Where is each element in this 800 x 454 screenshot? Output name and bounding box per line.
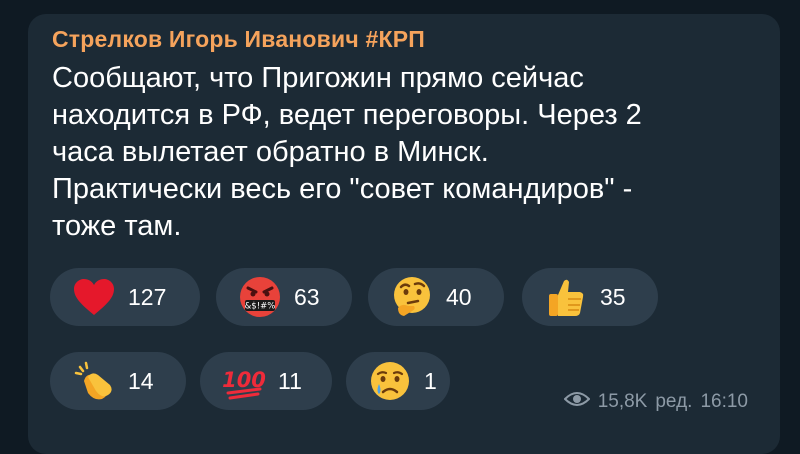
crying-face-icon: [368, 359, 412, 403]
thinking-face-icon: [390, 275, 434, 319]
message-time: 16:10: [700, 391, 748, 412]
reaction-crying[interactable]: 1: [346, 352, 450, 410]
cursing-face-icon: &$!#%: [238, 275, 282, 319]
reaction-count: 11: [278, 367, 302, 394]
hundred-points-icon: 100: [222, 359, 266, 403]
reaction-count: 127: [128, 283, 167, 310]
reaction-count: 63: [294, 283, 320, 310]
reaction-count: 1: [424, 367, 437, 394]
reaction-hundred[interactable]: 100 11: [200, 352, 332, 410]
message-text: Сообщают, что Пригожин прямо сейчас нахо…: [52, 62, 642, 242]
reaction-clap[interactable]: 14: [50, 352, 186, 410]
edited-label: ред.: [655, 391, 693, 412]
cursing-face-text: &$!#%: [245, 302, 276, 312]
eye-icon: [563, 390, 591, 414]
reaction-count: 35: [600, 283, 626, 310]
view-count: 15,8K: [597, 391, 648, 412]
clapping-hands-icon: [72, 359, 116, 403]
red-heart-icon: [72, 275, 116, 319]
reaction-heart[interactable]: 127: [50, 268, 200, 326]
message-author[interactable]: Стрелков Игорь Иванович #КРП: [52, 26, 425, 53]
message-meta: 15,8K ред. 16:10: [563, 390, 748, 414]
reaction-thumbs-up[interactable]: 35: [522, 268, 658, 326]
thumbs-up-icon: [544, 275, 588, 319]
reaction-count: 40: [446, 283, 472, 310]
reaction-count: 14: [128, 367, 154, 394]
reaction-thinking[interactable]: 40: [368, 268, 504, 326]
reaction-cursing[interactable]: &$!#% 63: [216, 268, 352, 326]
